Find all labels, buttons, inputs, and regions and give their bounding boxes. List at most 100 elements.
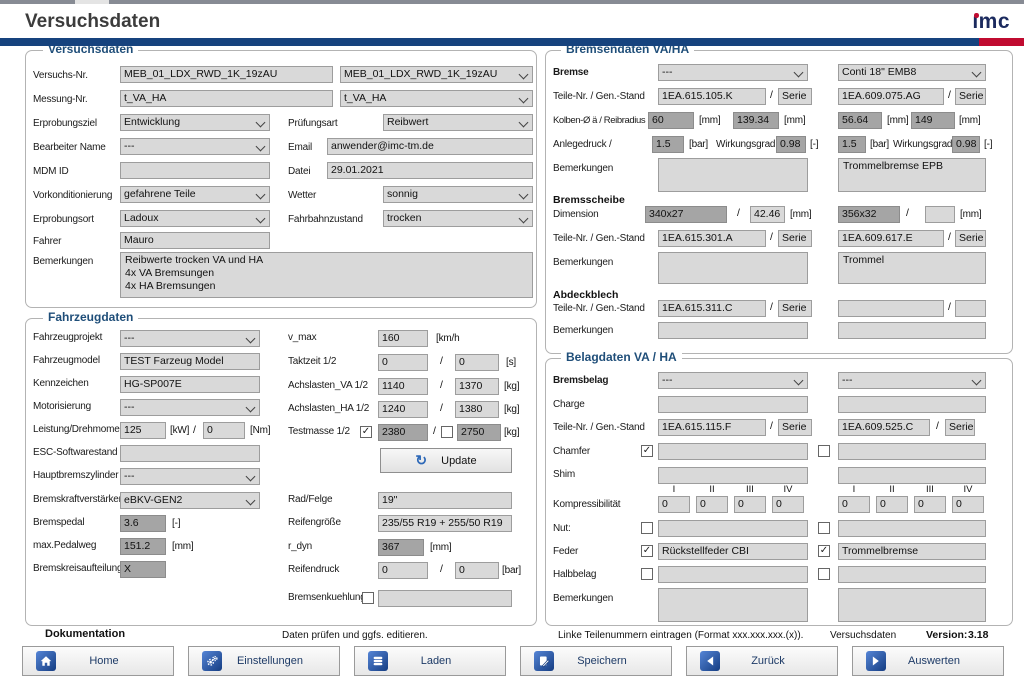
- scheibe-dicke-ha-field[interactable]: [925, 206, 955, 223]
- reifengroesse-field[interactable]: 235/55 R19 + 255/50 R19: [378, 515, 512, 532]
- wetter-select[interactable]: sonnig: [383, 186, 533, 203]
- nut-ha-field[interactable]: [838, 520, 986, 537]
- vmax-field[interactable]: 160: [378, 330, 428, 347]
- chamfer-ha-checkbox[interactable]: [818, 445, 830, 457]
- nut-ha-checkbox[interactable]: [818, 522, 830, 534]
- teile-nr-va-field[interactable]: 1EA.615.105.K: [658, 88, 766, 105]
- drehmoment-field[interactable]: 0: [203, 422, 245, 439]
- shim-ha-field[interactable]: [838, 467, 986, 484]
- komp-va-1-field[interactable]: 0: [658, 496, 690, 513]
- komp-ha-4-field[interactable]: 0: [952, 496, 984, 513]
- kolben-va-field[interactable]: 60: [648, 112, 694, 129]
- scheibe-dimension-va-field[interactable]: 340x27: [645, 206, 727, 223]
- email-field[interactable]: anwender@imc-tm.de: [327, 138, 533, 155]
- bremskraftverstaerker-select[interactable]: eBKV-GEN2: [120, 492, 260, 509]
- fahrer-field[interactable]: Mauro: [120, 232, 270, 249]
- fahrzeugprojekt-select[interactable]: ---: [120, 330, 260, 347]
- nut-va-field[interactable]: [658, 520, 808, 537]
- anlegedruck-ha-field[interactable]: 1.5: [838, 136, 866, 153]
- feder-va-field[interactable]: Rückstellfeder CBI: [658, 543, 808, 560]
- scheibe-serie-ha-field[interactable]: Serie: [955, 230, 986, 247]
- update-button[interactable]: ↻Update: [380, 448, 512, 473]
- scheibe-serie-va-field[interactable]: Serie: [778, 230, 812, 247]
- bemerkungen-belag-ha-textarea[interactable]: [838, 588, 986, 622]
- erprobungsziel-select[interactable]: Entwicklung: [120, 114, 270, 131]
- motorisierung-select[interactable]: ---: [120, 399, 260, 416]
- bremsenkuehlung-checkbox[interactable]: [362, 592, 374, 604]
- bemerkungen-belag-va-textarea[interactable]: [658, 588, 808, 622]
- teile-nr-ha-field[interactable]: 1EA.609.075.AG: [838, 88, 944, 105]
- leistung-field[interactable]: 125: [120, 422, 166, 439]
- feder-va-checkbox[interactable]: ✓: [641, 545, 653, 557]
- reifendruck-1-field[interactable]: 0: [378, 562, 428, 579]
- komp-ha-2-field[interactable]: 0: [876, 496, 908, 513]
- laden-button[interactable]: Laden: [354, 646, 506, 676]
- belag-teile-ha-field[interactable]: 1EA.609.525.C: [838, 419, 930, 436]
- mdm-id-field[interactable]: [120, 162, 270, 179]
- anlegedruck-va-field[interactable]: 1.5: [652, 136, 684, 153]
- reibradius-ha-field[interactable]: 149: [911, 112, 955, 129]
- bremskreisaufteilung-field[interactable]: X: [120, 561, 166, 578]
- komp-va-3-field[interactable]: 0: [734, 496, 766, 513]
- halbbelag-ha-field[interactable]: [838, 566, 986, 583]
- gen-stand-va-field[interactable]: Serie: [778, 88, 812, 105]
- charge-va-field[interactable]: [658, 396, 808, 413]
- scheibe-dimension-ha-field[interactable]: 356x32: [838, 206, 900, 223]
- wirkungsgrad-ha-field[interactable]: 0.98: [952, 136, 980, 153]
- rad-felge-field[interactable]: 19": [378, 492, 512, 509]
- shim-va-field[interactable]: [658, 467, 808, 484]
- halbbelag-ha-checkbox[interactable]: [818, 568, 830, 580]
- messung-nr-field[interactable]: t_VA_HA: [120, 90, 333, 107]
- komp-va-2-field[interactable]: 0: [696, 496, 728, 513]
- reifendruck-2-field[interactable]: 0: [455, 562, 499, 579]
- chamfer-va-checkbox[interactable]: ✓: [641, 445, 653, 457]
- einstellungen-button[interactable]: Einstellungen: [188, 646, 340, 676]
- bearbeiter-name-select[interactable]: ---: [120, 138, 270, 155]
- auswerten-button[interactable]: Auswerten: [852, 646, 1004, 676]
- achslast-va-2-field[interactable]: 1370: [455, 378, 499, 395]
- hauptbremszylinder-select[interactable]: ---: [120, 468, 260, 485]
- vorkonditionierung-select[interactable]: gefahrene Teile: [120, 186, 270, 203]
- komp-ha-1-field[interactable]: 0: [838, 496, 870, 513]
- feder-ha-checkbox[interactable]: ✓: [818, 545, 830, 557]
- bemerkungen-scheibe-va-textarea[interactable]: [658, 252, 808, 284]
- abdeck-serie-va-field[interactable]: Serie: [778, 300, 812, 317]
- rdyn-field[interactable]: 367: [378, 539, 424, 556]
- achslast-va-1-field[interactable]: 1140: [378, 378, 428, 395]
- pruefungsart-select[interactable]: Reibwert: [383, 114, 533, 131]
- kennzeichen-field[interactable]: HG-SP007E: [120, 376, 260, 393]
- zurueck-button[interactable]: Zurück: [686, 646, 838, 676]
- abdeck-teile-va-field[interactable]: 1EA.615.311.C: [658, 300, 766, 317]
- testmasse-2-checkbox[interactable]: [441, 426, 453, 438]
- home-button[interactable]: Home: [22, 646, 174, 676]
- abdeck-serie-ha-field[interactable]: [955, 300, 986, 317]
- testmasse-2-field[interactable]: 2750: [457, 424, 501, 441]
- messung-nr-select[interactable]: t_VA_HA: [340, 90, 533, 107]
- bemerkungen-bremse-ha-textarea[interactable]: Trommelbremse EPB: [838, 158, 986, 192]
- belag-teile-va-field[interactable]: 1EA.615.115.F: [658, 419, 766, 436]
- esc-softwarestand-field[interactable]: [120, 445, 260, 462]
- datei-field[interactable]: 29.01.2021: [327, 162, 533, 179]
- bremsbelag-va-select[interactable]: ---: [658, 372, 808, 389]
- bemerkungen-abdeck-va-field[interactable]: [658, 322, 808, 339]
- charge-ha-field[interactable]: [838, 396, 986, 413]
- bremsenkuehlung-field[interactable]: [378, 590, 512, 607]
- bremsbelag-ha-select[interactable]: ---: [838, 372, 986, 389]
- bremspedal-field[interactable]: 3.6: [120, 515, 166, 532]
- halbbelag-va-checkbox[interactable]: [641, 568, 653, 580]
- achslast-ha-1-field[interactable]: 1240: [378, 401, 428, 418]
- kolben-ha-field[interactable]: 56.64: [838, 112, 882, 129]
- scheibe-dicke-va-field[interactable]: 42.46: [750, 206, 785, 223]
- bemerkungen-versuch-textarea[interactable]: Reibwerte trocken VA und HA 4x VA Bremsu…: [120, 252, 533, 298]
- komp-va-4-field[interactable]: 0: [772, 496, 804, 513]
- komp-ha-3-field[interactable]: 0: [914, 496, 946, 513]
- testmasse-1-checkbox[interactable]: ✓: [360, 426, 372, 438]
- bremse-ha-select[interactable]: Conti 18" EMB8: [838, 64, 986, 81]
- bemerkungen-scheibe-ha-textarea[interactable]: Trommel: [838, 252, 986, 284]
- fahrbahnzustand-select[interactable]: trocken: [383, 210, 533, 227]
- belag-serie-ha-field[interactable]: Serie: [945, 419, 975, 436]
- erprobungsort-select[interactable]: Ladoux: [120, 210, 270, 227]
- scheibe-teile-va-field[interactable]: 1EA.615.301.A: [658, 230, 766, 247]
- achslast-ha-2-field[interactable]: 1380: [455, 401, 499, 418]
- chamfer-va-field[interactable]: [658, 443, 808, 460]
